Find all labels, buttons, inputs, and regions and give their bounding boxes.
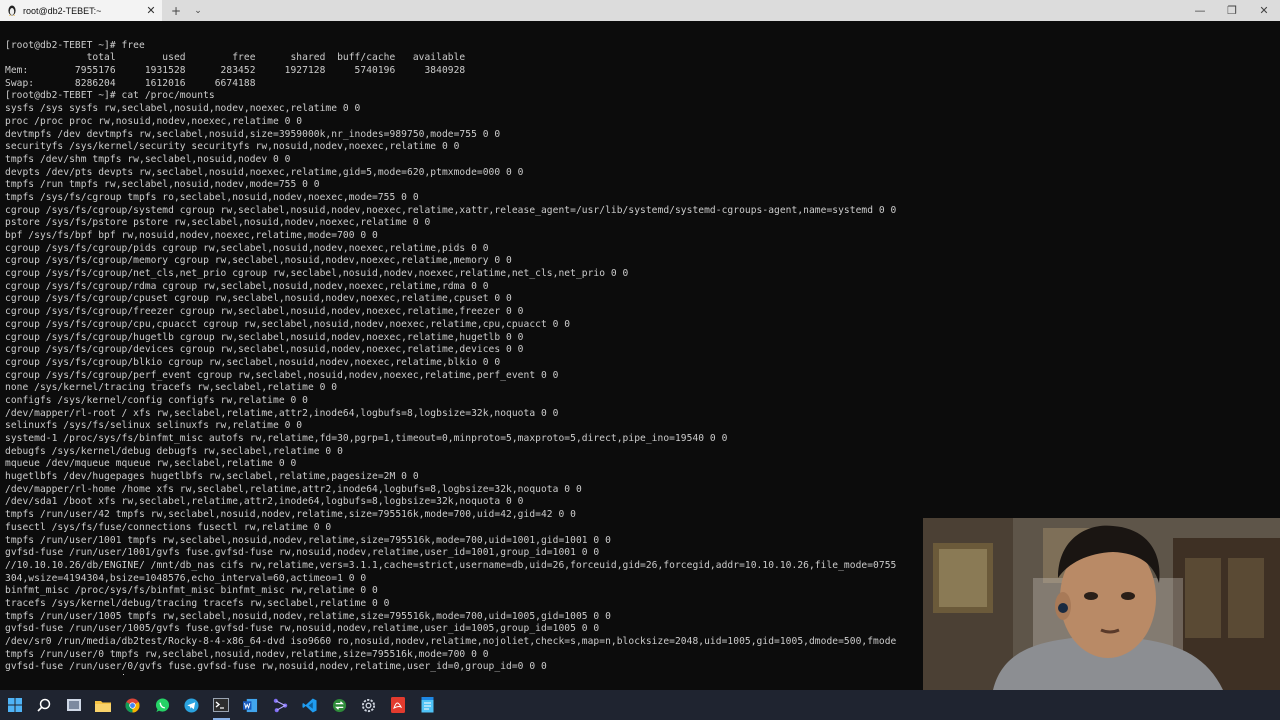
terminal-line: mqueue /dev/mqueue mqueue rw,seclabel,re… bbox=[5, 458, 297, 470]
terminal-app[interactable] bbox=[207, 690, 237, 720]
vscode-icon bbox=[302, 697, 317, 713]
settings-app[interactable] bbox=[354, 690, 384, 720]
tab-close-icon[interactable]: ✕ bbox=[144, 4, 158, 17]
file-explorer-app[interactable] bbox=[89, 690, 119, 720]
terminal-line: configfs /sys/kernel/config configfs rw,… bbox=[5, 394, 308, 406]
terminal-line: [root@db2-TEBET ~]# cat /proc/mounts bbox=[5, 90, 215, 102]
whatsapp-icon bbox=[155, 697, 169, 712]
word-icon bbox=[243, 698, 258, 712]
telegram-app[interactable] bbox=[177, 690, 207, 720]
search-button[interactable] bbox=[30, 690, 60, 720]
terminal-line: cgroup /sys/fs/cgroup/hugetlb cgroup rw,… bbox=[5, 331, 524, 343]
terminal-line: devtmpfs /dev devtmpfs rw,seclabel,nosui… bbox=[5, 128, 501, 140]
start-button[interactable] bbox=[0, 690, 30, 720]
terminal-line: sysfs /sys sysfs rw,seclabel,nosuid,node… bbox=[5, 103, 361, 115]
terminal-line: cgroup /sys/fs/cgroup/systemd cgroup rw,… bbox=[5, 204, 897, 216]
terminal-line: total used free shared buff/cache availa… bbox=[5, 52, 466, 64]
terminal-line: cgroup /sys/fs/cgroup/pids cgroup rw,sec… bbox=[5, 242, 489, 254]
terminal-icon bbox=[213, 698, 230, 712]
terminal-line: [root@db2-TEBET ~]# free bbox=[5, 39, 145, 51]
terminal-line: cgroup /sys/fs/cgroup/devices cgroup rw,… bbox=[5, 344, 524, 356]
terminal-line: /dev/sda1 /boot xfs rw,seclabel,relatime… bbox=[5, 496, 524, 508]
terminal-line: tmpfs /run tmpfs rw,seclabel,nosuid,node… bbox=[5, 179, 320, 191]
terminal-line: selinuxfs /sys/fs/selinux selinuxfs rw,r… bbox=[5, 420, 303, 432]
terminal-line: cgroup /sys/fs/cgroup/cpu,cpuacct cgroup… bbox=[5, 318, 571, 330]
minimize-button[interactable]: — bbox=[1184, 0, 1216, 21]
terminal-line: /dev/mapper/rl-home /home xfs rw,seclabe… bbox=[5, 483, 582, 495]
terminal-line: cgroup /sys/fs/cgroup/blkio cgroup rw,se… bbox=[5, 356, 501, 368]
task-view-icon bbox=[66, 699, 81, 711]
terminal-line: debugfs /sys/kernel/debug debugfs rw,sec… bbox=[5, 445, 343, 457]
terminal-line: devpts /dev/pts devpts rw,seclabel,nosui… bbox=[5, 166, 524, 178]
maximize-button[interactable]: ❐ bbox=[1216, 0, 1248, 21]
terminal-line: systemd-1 /proc/sys/fs/binfmt_misc autof… bbox=[5, 433, 728, 445]
linux-penguin-icon bbox=[6, 5, 17, 16]
tab-dropdown-icon[interactable]: ⌄ bbox=[188, 0, 208, 21]
terminal-line: cgroup /sys/fs/cgroup/net_cls,net_prio c… bbox=[5, 268, 629, 280]
whatsapp-app[interactable] bbox=[148, 690, 178, 720]
terminal-line: proc /proc proc rw,nosuid,nodev,noexec,r… bbox=[5, 115, 303, 127]
gear-icon bbox=[362, 698, 376, 712]
chrome-app[interactable] bbox=[118, 690, 148, 720]
word-app[interactable] bbox=[236, 690, 266, 720]
network-tool-app[interactable] bbox=[266, 690, 296, 720]
terminal-line: cgroup /sys/fs/cgroup/cpuset cgroup rw,s… bbox=[5, 293, 512, 305]
terminal-line: cgroup /sys/fs/cgroup/rdma cgroup rw,sec… bbox=[5, 280, 489, 292]
tab-title: root@db2-TEBET:~ bbox=[23, 5, 102, 16]
terminal-line: Swap: 8286204 1612016 6674188 bbox=[5, 77, 256, 89]
notepad-icon bbox=[421, 697, 434, 713]
terminal-line: cgroup /sys/fs/cgroup/perf_event cgroup … bbox=[5, 369, 559, 381]
terminal-line: none /sys/kernel/tracing tracefs rw,secl… bbox=[5, 382, 338, 394]
taskbar bbox=[0, 690, 1280, 720]
new-tab-button[interactable]: + bbox=[164, 0, 188, 21]
terminal-line: tmpfs /sys/fs/cgroup tmpfs ro,seclabel,n… bbox=[5, 191, 419, 203]
pdf-app[interactable] bbox=[384, 690, 414, 720]
window-controls: — ❐ ✕ bbox=[1184, 0, 1280, 21]
text-cursor bbox=[122, 674, 124, 675]
transfer-icon bbox=[332, 698, 346, 712]
terminal-line: pstore /sys/fs/pstore pstore rw,seclabel… bbox=[5, 217, 431, 229]
notepad-app[interactable] bbox=[413, 690, 443, 720]
terminal-line: securityfs /sys/kernel/security security… bbox=[5, 141, 460, 153]
network-icon bbox=[273, 698, 287, 712]
terminal-line: tmpfs /dev/shm tmpfs rw,seclabel,nosuid,… bbox=[5, 153, 291, 165]
terminal-line: bpf /sys/fs/bpf bpf rw,nosuid,nodev,noex… bbox=[5, 230, 378, 242]
terminal-line: Mem: 7955176 1931528 283452 1927128 5740… bbox=[5, 65, 466, 77]
windows-logo-icon bbox=[7, 698, 22, 712]
terminal-line: hugetlbfs /dev/hugepages hugetlbfs rw,se… bbox=[5, 471, 419, 483]
telegram-icon bbox=[184, 697, 199, 713]
search-icon bbox=[37, 698, 51, 712]
terminal-line: cgroup /sys/fs/cgroup/freezer cgroup rw,… bbox=[5, 306, 524, 318]
pdf-icon bbox=[391, 697, 406, 713]
close-window-button[interactable]: ✕ bbox=[1248, 0, 1280, 21]
webcam-overlay bbox=[923, 518, 1280, 690]
task-view-button[interactable] bbox=[59, 690, 89, 720]
terminal-line: /dev/mapper/rl-root / xfs rw,seclabel,re… bbox=[5, 407, 559, 419]
terminal-line: cgroup /sys/fs/cgroup/memory cgroup rw,s… bbox=[5, 255, 512, 267]
chrome-icon bbox=[125, 697, 140, 713]
vscode-app[interactable] bbox=[295, 690, 325, 720]
terminal-tab[interactable]: root@db2-TEBET:~ ✕ bbox=[0, 0, 162, 21]
webcam-scene bbox=[923, 518, 1280, 690]
winscp-app[interactable] bbox=[325, 690, 355, 720]
title-bar: root@db2-TEBET:~ ✕ + ⌄ — ❐ ✕ bbox=[0, 0, 1280, 21]
folder-icon bbox=[95, 700, 112, 712]
